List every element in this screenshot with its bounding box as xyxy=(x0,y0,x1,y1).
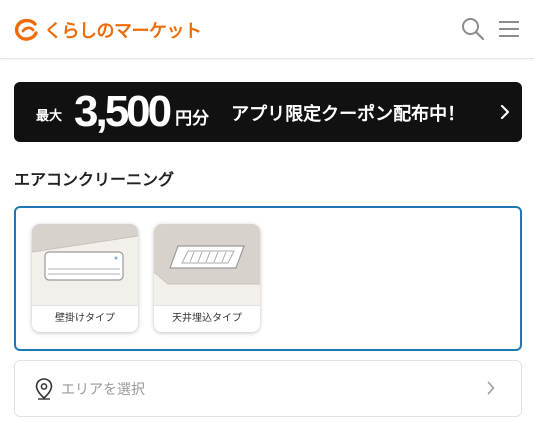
type-card-ceiling-embedded[interactable]: 天井埋込タイプ xyxy=(154,224,260,332)
type-card-wall-mounted[interactable]: 壁掛けタイプ xyxy=(32,224,138,332)
banner-message: アプリ限定クーポン配布中！ xyxy=(231,104,466,125)
ceiling-embedded-ac-icon xyxy=(154,224,260,306)
logo[interactable]: くらしのマーケット xyxy=(14,16,202,44)
search-icon[interactable] xyxy=(460,16,486,42)
chevron-right-icon xyxy=(500,104,510,120)
app-header: くらしのマーケット xyxy=(0,0,534,59)
location-pin-icon xyxy=(35,378,53,400)
logo-text: くらしのマーケット xyxy=(44,21,202,42)
banner-amount: 3,500 xyxy=(74,87,172,136)
coupon-banner[interactable]: 最大 3,500 円分 アプリ限定クーポン配布中！ xyxy=(14,82,522,142)
chevron-right-icon xyxy=(487,381,495,395)
section-title: エアコンクリーニング xyxy=(14,170,175,189)
banner-prefix: 最大 xyxy=(36,108,63,124)
ac-type-selector: 壁掛けタイプ 天井埋込タイプ xyxy=(14,206,522,351)
hamburger-menu-icon[interactable] xyxy=(496,16,522,42)
type-label: 天井埋込タイプ xyxy=(154,305,260,332)
logo-mark-icon xyxy=(14,18,38,41)
area-select[interactable]: エリアを選択 xyxy=(14,360,522,417)
type-label: 壁掛けタイプ xyxy=(32,305,138,332)
area-placeholder: エリアを選択 xyxy=(61,382,145,398)
banner-unit: 円分 xyxy=(175,108,210,129)
wall-mounted-ac-icon xyxy=(32,224,138,306)
